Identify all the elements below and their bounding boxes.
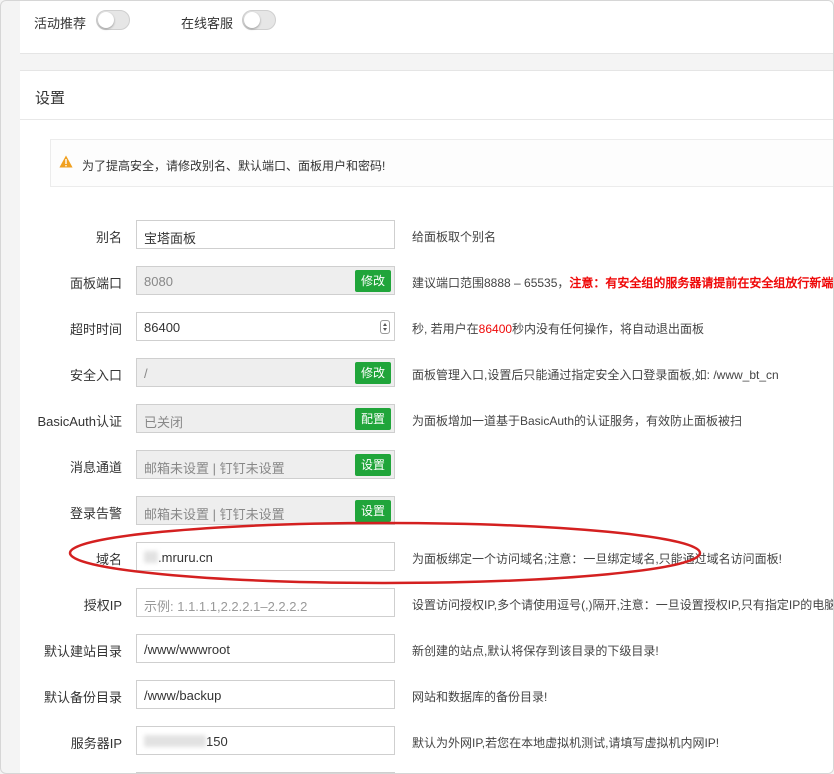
row-site-dir: 默认建站目录 /www/wwwroot 新创建的站点,默认将保存到该目录的下级目… xyxy=(20,634,833,664)
login-alert-input[interactable]: 邮箱未设置 | 钉钉未设置 设置 xyxy=(136,496,395,525)
row-timeout: 超时时间 86400 秒, 若用户在86400秒内没有任何操作，将自动退出面板 xyxy=(20,312,833,342)
divider xyxy=(20,119,833,120)
row-panel-port: 面板端口 8080 修改 建议端口范围8888 – 65535，注意：有安全组的… xyxy=(20,266,833,296)
row-login-alert: 登录告警 邮箱未设置 | 钉钉未设置 设置 xyxy=(20,496,833,526)
port-input[interactable]: 8080 修改 xyxy=(136,266,395,295)
spinner-arrows-icon[interactable] xyxy=(380,320,390,334)
port-hint: 建议端口范围8888 – 65535，注意：有安全组的服务器请提前在安全组放行新… xyxy=(412,274,833,291)
redacted-blur xyxy=(144,551,158,563)
row-backup-dir: 默认备份目录 /www/backup 网站和数据库的备份目录! xyxy=(20,680,833,710)
site-dir-label: 默认建站目录 xyxy=(43,644,122,659)
settings-panel: 设置 为了提高安全，请修改别名、默认端口、面板用户和密码! 别名 宝塔面板 给面… xyxy=(20,70,834,773)
backup-dir-value: /www/backup xyxy=(144,688,222,703)
authorized-ip-hint: 设置访问授权IP,多个请使用逗号(,)隔开,注意：一旦设置授权IP,只有指定IP… xyxy=(412,598,834,612)
activity-toggle-switch[interactable] xyxy=(96,10,130,30)
backup-dir-input[interactable]: /www/backup xyxy=(136,680,395,709)
row-domain: 域名 .mruru.cn 为面板绑定一个访问域名;注意：一旦绑定域名,只能通过域… xyxy=(20,542,833,572)
port-hint-prefix: 建议端口范围8888 – 65535， xyxy=(412,276,570,290)
domain-hint: 为面板绑定一个访问域名;注意：一旦绑定域名,只能通过域名访问面板! xyxy=(412,552,783,566)
redacted-blur xyxy=(144,735,206,747)
timeout-hint-after: 秒内没有任何操作，将自动退出面板 xyxy=(512,322,705,336)
authorized-ip-input[interactable]: 示例: 1.1.1.1,2.2.2.1–2.2.2.2 xyxy=(136,588,395,617)
toggle-knob xyxy=(98,12,114,28)
set-message-channel-button[interactable]: 设置 xyxy=(354,454,391,476)
basicauth-label: BasicAuth认证 xyxy=(37,414,122,429)
row-security-entry: 安全入口 / 修改 面板管理入口,设置后只能通过指定安全入口登录面板,如: /w… xyxy=(20,358,833,388)
alias-input[interactable]: 宝塔面板 xyxy=(136,220,395,249)
service-toggle-switch[interactable] xyxy=(242,10,276,30)
server-ip-label: 服务器IP xyxy=(70,736,122,751)
configure-basicauth-button[interactable]: 配置 xyxy=(354,408,391,430)
alias-label: 别名 xyxy=(95,230,122,245)
message-channel-label: 消息通道 xyxy=(69,460,122,475)
authorized-ip-placeholder: 示例: 1.1.1.1,2.2.2.1–2.2.2.2 xyxy=(144,599,308,614)
domain-value: .mruru.cn xyxy=(158,550,213,565)
server-ip-value: 150 xyxy=(206,734,228,749)
alias-hint: 给面板取个别名 xyxy=(412,230,497,244)
security-entry-hint: 面板管理入口,设置后只能通过指定安全入口登录面板,如: /www_bt_cn xyxy=(412,368,779,382)
toggle-label-service: 在线客服 xyxy=(181,16,234,31)
server-ip-input[interactable]: 150 xyxy=(136,726,395,755)
basicauth-hint: 为面板增加一道基于BasicAuth的认证服务，有效防止面板被扫 xyxy=(412,414,743,428)
edit-port-button[interactable]: 修改 xyxy=(354,270,391,292)
site-dir-hint: 新创建的站点,默认将保存到该目录的下级目录! xyxy=(412,644,659,658)
toggle-knob xyxy=(244,12,260,28)
security-entry-input[interactable]: / 修改 xyxy=(136,358,395,387)
domain-input[interactable]: .mruru.cn xyxy=(136,542,395,571)
row-server-ip: 服务器IP 150 默认为外网IP,若您在本地虚拟机测试,请填写虚拟机内网IP! xyxy=(20,726,833,756)
panel-title: 设置 xyxy=(35,90,66,107)
domain-value-wrap: .mruru.cn xyxy=(144,550,213,565)
security-entry-label: 安全入口 xyxy=(69,368,122,383)
warning-icon xyxy=(59,155,73,168)
alert-text: 为了提高安全，请修改别名、默认端口、面板用户和密码! xyxy=(82,159,386,173)
row-alias: 别名 宝塔面板 给面板取个别名 xyxy=(20,220,833,250)
basicauth-input[interactable]: 已关闭 配置 xyxy=(136,404,395,433)
port-value: 8080 xyxy=(144,274,173,289)
message-channel-input[interactable]: 邮箱未设置 | 钉钉未设置 设置 xyxy=(136,450,395,479)
edit-security-entry-button[interactable]: 修改 xyxy=(354,362,391,384)
timeout-hint-before: 秒, 若用户在 xyxy=(412,322,479,336)
basicauth-value: 已关闭 xyxy=(144,415,184,430)
timeout-value: 86400 xyxy=(144,320,181,335)
screenshot-frame: 活动推荐 在线客服 设置 为了提高安全，请修改别名、默认端口、面板用户和密码! … xyxy=(0,0,834,774)
row-basicauth: BasicAuth认证 已关闭 配置 为面板增加一道基于BasicAuth的认证… xyxy=(20,404,833,434)
port-hint-warning: 注意：有安全组的服务器请提前在安全组放行新端 xyxy=(569,276,834,290)
set-login-alert-button[interactable]: 设置 xyxy=(354,500,391,522)
security-alert: 为了提高安全，请修改别名、默认端口、面板用户和密码! xyxy=(50,139,833,187)
site-dir-input[interactable]: /www/wwwroot xyxy=(136,634,395,663)
row-message-channel: 消息通道 邮箱未设置 | 钉钉未设置 设置 xyxy=(20,450,833,480)
timeout-hint-value: 86400 xyxy=(478,322,513,336)
login-alert-value: 邮箱未设置 | 钉钉未设置 xyxy=(144,507,285,522)
security-entry-value: / xyxy=(144,366,148,381)
timeout-hint: 秒, 若用户在86400秒内没有任何操作，将自动退出面板 xyxy=(412,320,704,337)
timeout-input[interactable]: 86400 xyxy=(136,312,395,341)
toggle-label-activity: 活动推荐 xyxy=(34,16,87,31)
server-ip-hint: 默认为外网IP,若您在本地虚拟机测试,请填写虚拟机内网IP! xyxy=(412,736,720,750)
port-label: 面板端口 xyxy=(69,276,122,291)
row-authorized-ip: 授权IP 示例: 1.1.1.1,2.2.2.1–2.2.2.2 设置访问授权I… xyxy=(20,588,834,618)
timeout-label: 超时时间 xyxy=(69,322,122,337)
login-alert-label: 登录告警 xyxy=(69,506,122,521)
site-dir-value: /www/wwwroot xyxy=(144,642,230,657)
server-ip-value-wrap: 150 xyxy=(144,734,228,749)
message-channel-value: 邮箱未设置 | 钉钉未设置 xyxy=(144,461,285,476)
alias-value: 宝塔面板 xyxy=(144,231,197,246)
backup-dir-label: 默认备份目录 xyxy=(43,690,122,705)
backup-dir-hint: 网站和数据库的备份目录! xyxy=(412,690,548,704)
authorized-ip-label: 授权IP xyxy=(83,598,122,613)
domain-label: 域名 xyxy=(95,552,122,567)
top-toggle-panel: 活动推荐 在线客服 xyxy=(20,1,833,54)
